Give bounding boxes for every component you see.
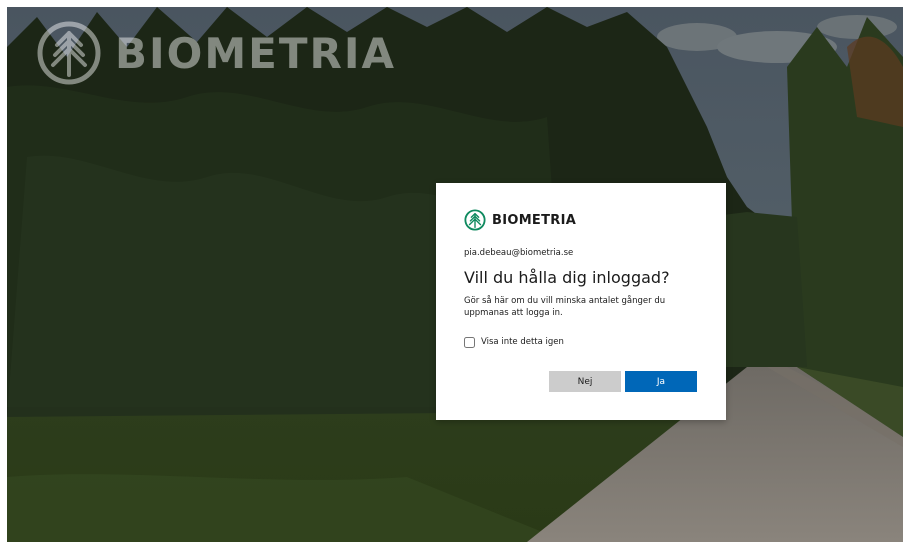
dialog-brand-logo: BIOMETRIA — [464, 209, 697, 231]
no-button[interactable]: Nej — [549, 371, 621, 392]
dont-show-again-checkbox[interactable] — [464, 336, 475, 348]
account-identity: pia.debeau@biometria.se — [464, 248, 574, 258]
dialog-description: Gör så här om du vill minska antalet gån… — [464, 296, 666, 318]
biometria-tree-icon — [37, 21, 101, 85]
background-logo: BIOMETRIA — [37, 21, 396, 85]
stay-signed-in-dialog: BIOMETRIA pia.debeau@biometria.se Vill d… — [436, 183, 726, 420]
dialog-title: Vill du hålla dig inloggad? — [464, 268, 670, 287]
brand-name: BIOMETRIA — [492, 212, 577, 228]
dont-show-again-label[interactable]: Visa inte detta igen — [481, 337, 564, 347]
yes-button[interactable]: Ja — [625, 371, 697, 392]
biometria-tree-icon — [464, 209, 486, 231]
dont-show-again-row[interactable]: Visa inte detta igen — [464, 335, 697, 349]
background-logo-text: BIOMETRIA — [115, 28, 396, 78]
dialog-buttons: Nej Ja — [549, 371, 697, 392]
